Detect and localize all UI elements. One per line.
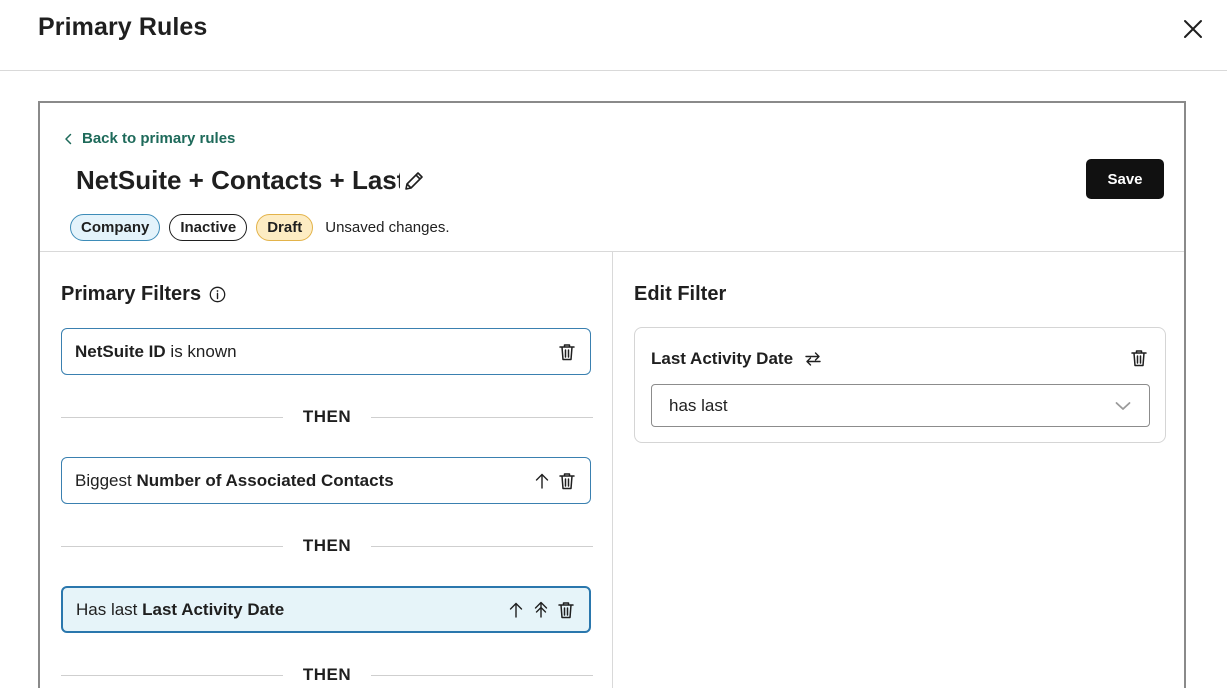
modal-header: Primary Rules (0, 0, 1227, 71)
then-separator: THEN (61, 665, 593, 685)
pencil-icon[interactable] (402, 169, 426, 193)
primary-filters-title: Primary Filters (61, 283, 202, 305)
filter-card-netsuite-id[interactable]: NetSuite ID is known (61, 328, 591, 375)
column-divider (612, 252, 613, 688)
arrow-up-icon[interactable] (506, 600, 526, 620)
then-separator: THEN (61, 407, 593, 427)
trash-icon[interactable] (557, 471, 577, 491)
filter-property: Number of Associated Contacts (136, 470, 394, 490)
info-icon[interactable] (209, 286, 226, 303)
trash-icon[interactable] (556, 600, 576, 620)
arrow-up-icon[interactable] (532, 471, 552, 491)
save-button[interactable]: Save (1086, 159, 1164, 199)
operator-select-value: has last (669, 395, 728, 415)
filter-card-associated-contacts[interactable]: Biggest Number of Associated Contacts (61, 457, 591, 504)
unsaved-changes-text: Unsaved changes. (325, 219, 450, 236)
trash-icon[interactable] (557, 342, 577, 362)
trash-icon[interactable] (1129, 348, 1149, 368)
filter-card-last-activity-date[interactable]: Has last Last Activity Date (61, 586, 591, 633)
then-label: THEN (302, 536, 352, 555)
company-badge: Company (70, 214, 161, 241)
filter-actions (506, 600, 576, 620)
then-label: THEN (302, 407, 352, 426)
chevron-down-icon (1115, 401, 1131, 410)
filter-property: Last Activity Date (142, 599, 285, 619)
edit-filter-property: Last Activity Date (651, 349, 794, 368)
filter-text: Has last Last Activity Date (76, 599, 285, 619)
filter-text: Biggest Number of Associated Contacts (75, 470, 394, 490)
status-badges: Company Inactive Draft Unsaved changes. (70, 214, 449, 241)
filter-actions (557, 342, 577, 362)
filter-actions (532, 471, 577, 491)
double-arrow-up-icon[interactable] (531, 600, 551, 620)
filter-text: NetSuite ID is known (75, 341, 237, 361)
edit-filter-title: Edit Filter (634, 283, 727, 305)
swap-icon[interactable] (803, 349, 823, 369)
primary-filters-heading: Primary Filters (61, 283, 226, 306)
inactive-badge: Inactive (169, 214, 248, 241)
back-to-primary-rules-link[interactable]: Back to primary rules (64, 130, 235, 147)
edit-filter-card: Last Activity Date has last (634, 327, 1166, 443)
modal-title: Primary Rules (38, 13, 208, 41)
edit-filter-property-row: Last Activity Date (651, 349, 823, 369)
filter-property: NetSuite ID (75, 341, 166, 361)
draft-badge: Draft (256, 214, 314, 241)
rule-editor-panel: Back to primary rules NetSuite + Contact… (38, 101, 1186, 688)
then-separator: THEN (61, 536, 593, 556)
chevron-left-icon (65, 133, 72, 144)
close-icon[interactable] (1178, 14, 1208, 44)
operator-select[interactable]: has last (651, 384, 1150, 427)
edit-filter-heading: Edit Filter (634, 283, 726, 306)
rule-title-row: NetSuite + Contacts + Last Activity (76, 165, 426, 196)
back-link-label: Back to primary rules (82, 130, 236, 147)
rule-title-input[interactable]: NetSuite + Contacts + Last Activity (76, 165, 400, 196)
then-label: THEN (302, 665, 352, 684)
